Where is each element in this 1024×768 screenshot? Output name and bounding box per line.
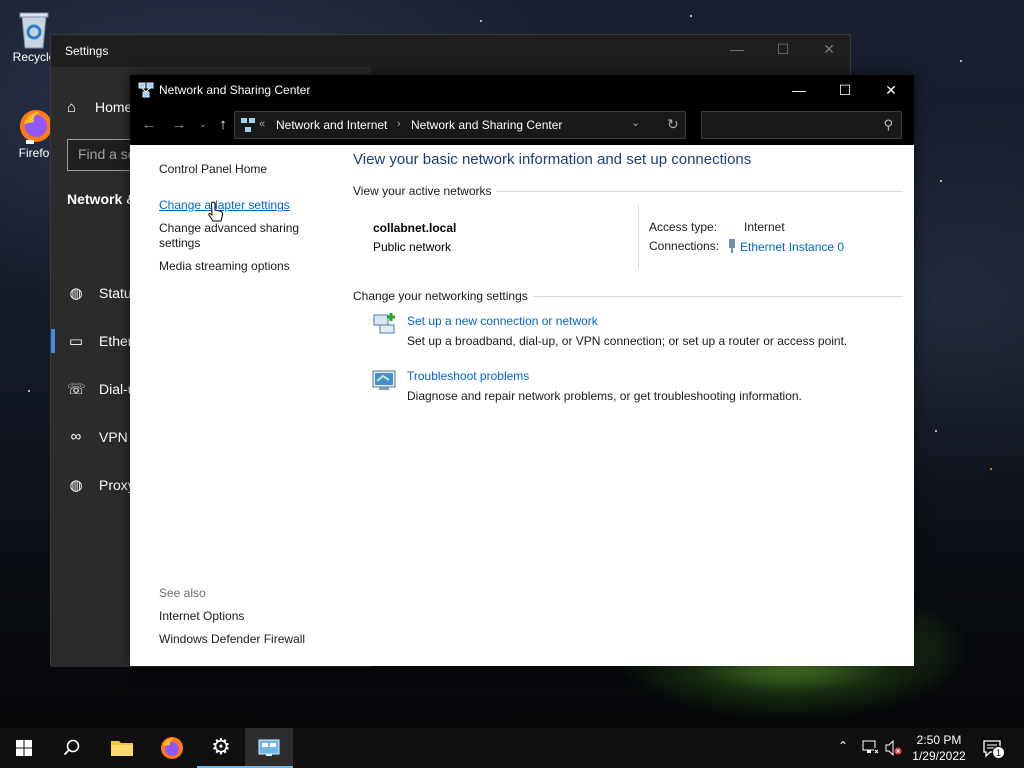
explorer-toolbar: ← → ⌄ ↑ « Network and Internet › Network… (130, 105, 914, 145)
chevron-down-icon: ⌄ (198, 119, 208, 130)
media-streaming-link[interactable]: Media streaming options (159, 259, 290, 274)
breadcrumb-overflow[interactable]: « (259, 118, 265, 130)
address-bar[interactable]: « Network and Internet › Network and Sha… (234, 111, 686, 139)
firefox-icon (161, 737, 183, 759)
internet-options-link[interactable]: Internet Options (159, 609, 244, 624)
file-explorer-button[interactable] (98, 728, 146, 768)
folder-icon (111, 741, 133, 756)
settings-section-heading: Network & (67, 191, 137, 207)
settings-nav-label: VPN (99, 429, 128, 445)
network-center-taskbar-button[interactable] (245, 728, 293, 768)
troubleshoot-icon (371, 367, 397, 393)
access-type-label: Access type: (649, 220, 718, 234)
clock-date: 1/29/2022 (912, 749, 966, 763)
volume-muted-icon[interactable] (884, 739, 902, 768)
window-title: Network and Sharing Center (159, 83, 311, 97)
ethernet-connection-link[interactable]: Ethernet Instance 0 (728, 239, 844, 254)
up-button[interactable]: ↑ (212, 115, 234, 135)
section-divider (533, 296, 903, 297)
network-category: Public network (373, 240, 452, 254)
connection-name: Ethernet Instance 0 (740, 240, 845, 254)
refresh-icon[interactable]: ↻ (667, 116, 679, 133)
maximize-icon: ☐ (838, 82, 852, 98)
network-sharing-center-window[interactable]: Network and Sharing Center — ☐ ✕ ← → ⌄ ↑… (130, 75, 914, 666)
windows-defender-firewall-link[interactable]: Windows Defender Firewall (159, 632, 305, 647)
setup-connection-link[interactable]: Set up a new connection or network (407, 314, 598, 328)
network-divider (638, 205, 639, 269)
back-button[interactable]: ← (138, 115, 160, 135)
recent-locations-button[interactable]: ⌄ (192, 115, 214, 135)
search-input[interactable] (702, 112, 872, 138)
chevron-up-icon: ⌃ (838, 739, 849, 753)
ethernet-icon: ▭ (68, 333, 84, 350)
nsc-titlebar[interactable]: Network and Sharing Center — ☐ ✕ (130, 75, 914, 105)
settings-taskbar-button[interactable]: ⚙ (197, 728, 245, 768)
search-box[interactable]: ⚲ (701, 111, 902, 139)
gear-icon: ⚙ (211, 734, 231, 759)
troubleshoot-link[interactable]: Troubleshoot problems (407, 369, 529, 383)
firefox-icon (14, 104, 54, 144)
windows-logo-icon (16, 740, 32, 756)
vpn-icon: ∞ (70, 428, 82, 445)
connections-label: Connections: (649, 239, 720, 253)
home-icon: ⌂ (67, 99, 77, 116)
close-button[interactable]: ✕ (868, 75, 914, 105)
start-button[interactable] (0, 728, 48, 768)
active-networks-heading: View your active networks (353, 184, 492, 198)
section-divider (496, 191, 903, 192)
taskbar: ⚙ ⌃ 2:50 PM 1/29/2022 1 (0, 728, 1024, 768)
minimize-icon[interactable]: — (727, 41, 747, 61)
see-also-label: See also (159, 586, 206, 600)
notification-count-badge: 1 (992, 746, 1005, 759)
settings-nav-label: Ether (99, 333, 133, 349)
dialup-icon: ☏ (67, 381, 86, 398)
network-center-icon (258, 739, 280, 756)
show-hidden-icons-button[interactable]: ⌃ (838, 739, 848, 768)
firefox-taskbar-button[interactable] (148, 728, 196, 768)
settings-home-link[interactable]: ⌂ Home (67, 99, 132, 116)
recycle-bin-icon (14, 8, 54, 49)
home-label: Home (95, 99, 133, 115)
network-name: collabnet.local (373, 221, 457, 235)
clock-time: 2:50 PM (916, 733, 962, 747)
breadcrumb-network-and-internet[interactable]: Network and Internet (276, 118, 387, 132)
maximize-icon[interactable]: ☐ (773, 41, 793, 61)
ethernet-icon (728, 239, 736, 253)
breadcrumb-network-sharing-center[interactable]: Network and Sharing Center (411, 118, 562, 132)
network-center-icon (138, 82, 154, 98)
search-button[interactable] (48, 728, 96, 768)
new-connection-icon (371, 311, 397, 337)
settings-titlebar[interactable]: Settings — ☐ ✕ (51, 35, 850, 67)
change-advanced-sharing-link[interactable]: Change advanced sharing settings (159, 221, 319, 251)
hand-cursor-icon (207, 201, 225, 223)
minimize-button[interactable]: — (776, 75, 822, 105)
minimize-icon: — (792, 82, 806, 98)
forward-button[interactable]: → (168, 115, 190, 135)
system-clock[interactable]: 2:50 PM 1/29/2022 (906, 732, 972, 764)
content-area: Control Panel Home Change adapter settin… (130, 145, 914, 666)
control-panel-home-link[interactable]: Control Panel Home (159, 162, 267, 177)
change-settings-heading: Change your networking settings (353, 289, 528, 303)
close-icon: ✕ (885, 82, 897, 98)
action-center-button[interactable]: 1 (982, 738, 1005, 768)
settings-title: Settings (65, 44, 109, 58)
arrow-up-icon: ↑ (219, 116, 227, 133)
search-icon[interactable]: ⚲ (883, 117, 893, 133)
globe-icon: ◍ (69, 477, 83, 494)
network-center-icon (240, 117, 256, 133)
access-type-value: Internet (744, 220, 785, 234)
chevron-right-icon: › (397, 118, 401, 130)
network-status-icon[interactable] (862, 740, 880, 768)
troubleshoot-description: Diagnose and repair network problems, or… (407, 389, 802, 403)
page-title: View your basic network information and … (353, 151, 752, 168)
globe-icon: ◍ (69, 285, 83, 302)
close-icon[interactable]: ✕ (819, 41, 839, 61)
search-icon (63, 739, 80, 756)
address-dropdown-icon[interactable]: ⌄ (631, 116, 640, 129)
arrow-left-icon: ← (141, 116, 157, 133)
setup-connection-description: Set up a broadband, dial-up, or VPN conn… (407, 334, 848, 348)
arrow-right-icon: → (171, 116, 187, 133)
maximize-button[interactable]: ☐ (822, 75, 868, 105)
